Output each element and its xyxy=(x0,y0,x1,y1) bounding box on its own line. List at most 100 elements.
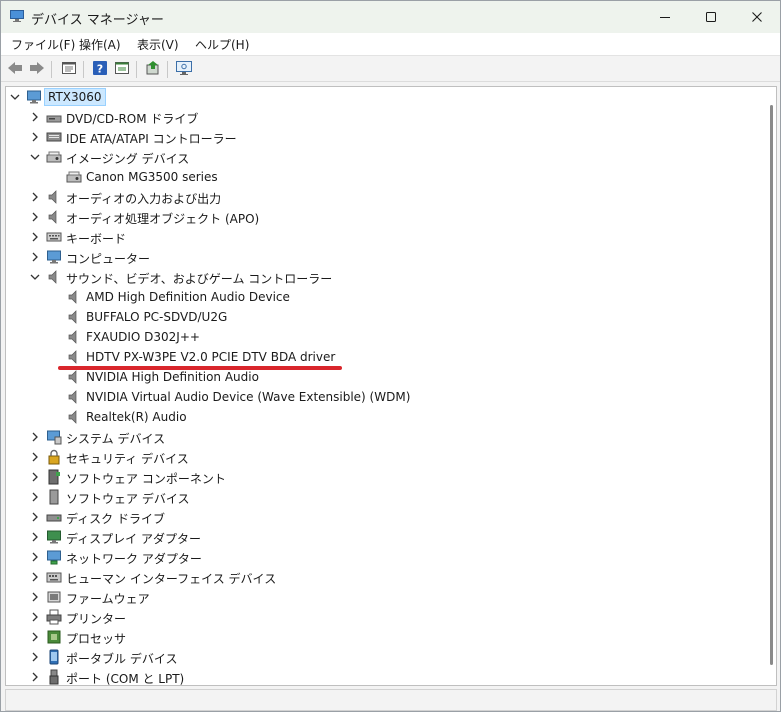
chevron-right-icon[interactable] xyxy=(29,191,41,203)
chevron-right-icon[interactable] xyxy=(29,451,41,463)
tree-item[interactable]: イメージング デバイス xyxy=(6,147,766,167)
menu-action[interactable]: 操作(A) xyxy=(79,36,121,53)
tree-item[interactable]: サウンド、ビデオ、およびゲーム コントローラー xyxy=(6,267,766,287)
highlight-underline xyxy=(58,366,342,370)
chevron-right-icon[interactable] xyxy=(29,611,41,623)
tree-item-label: NVIDIA High Definition Audio xyxy=(86,370,259,384)
chevron-right-icon[interactable] xyxy=(29,491,41,503)
chevron-right-icon[interactable] xyxy=(29,631,41,643)
tree-item[interactable]: ネットワーク アダプター xyxy=(6,547,766,567)
tree-item[interactable]: セキュリティ デバイス xyxy=(6,447,766,467)
view-icon xyxy=(114,60,130,79)
chevron-right-icon[interactable] xyxy=(29,531,41,543)
forward-button[interactable] xyxy=(27,59,47,79)
back-button[interactable] xyxy=(5,59,25,79)
tree-item[interactable]: ファームウェア xyxy=(6,587,766,607)
close-button[interactable] xyxy=(734,1,780,33)
network-adapter-icon xyxy=(46,549,62,565)
properties-button[interactable] xyxy=(59,59,79,79)
tree-item[interactable]: システム デバイス xyxy=(6,427,766,447)
tree-item[interactable]: ソフトウェア コンポーネント xyxy=(6,467,766,487)
tree-item[interactable]: ポータブル デバイス xyxy=(6,647,766,667)
tree-item[interactable]: オーディオ処理オブジェクト (APO) xyxy=(6,207,766,227)
vertical-scrollbar[interactable] xyxy=(768,105,776,665)
hid-icon xyxy=(46,569,62,585)
chevron-right-icon[interactable] xyxy=(29,251,41,263)
speaker-icon xyxy=(46,189,62,205)
tree-item-label: キーボード xyxy=(66,232,127,246)
tree-item-label: オーディオ処理オブジェクト (APO) xyxy=(66,212,260,226)
status-bar xyxy=(5,689,777,711)
chevron-right-icon[interactable] xyxy=(29,571,41,583)
chevron-right-icon[interactable] xyxy=(29,231,41,243)
scan-hardware-button[interactable] xyxy=(174,59,194,79)
speaker-icon xyxy=(46,269,62,285)
tree-item-label: プリンター xyxy=(66,612,127,626)
software-component-icon xyxy=(46,469,62,485)
tree-item[interactable]: NVIDIA Virtual Audio Device (Wave Extens… xyxy=(6,387,766,407)
tree-item[interactable]: ソフトウェア デバイス xyxy=(6,487,766,507)
chevron-down-icon[interactable] xyxy=(29,271,41,283)
computer-icon xyxy=(26,89,42,105)
speaker-icon xyxy=(66,309,82,325)
tree-item[interactable]: ヒューマン インターフェイス デバイス xyxy=(6,567,766,587)
chevron-right-icon[interactable] xyxy=(29,211,41,223)
speaker-icon xyxy=(66,329,82,345)
properties-icon xyxy=(61,60,77,79)
disk-drive-icon xyxy=(46,509,62,525)
view-button[interactable] xyxy=(112,59,132,79)
tree-item-label: システム デバイス xyxy=(66,432,166,446)
chevron-down-icon[interactable] xyxy=(9,91,21,103)
tree-item[interactable]: DVD/CD-ROM ドライブ xyxy=(6,107,766,127)
tree-item[interactable]: ポート (COM と LPT) xyxy=(6,667,766,686)
tree-item[interactable]: NVIDIA High Definition Audio xyxy=(6,367,766,387)
minimize-button[interactable] xyxy=(642,1,688,33)
tree-item[interactable]: コンピューター xyxy=(6,247,766,267)
speaker-icon xyxy=(46,209,62,225)
tree-item-label: ファームウェア xyxy=(66,592,150,606)
menu-help[interactable]: ヘルプ(H) xyxy=(195,36,249,53)
tree-item[interactable]: キーボード xyxy=(6,227,766,247)
tree-root[interactable]: RTX3060 xyxy=(6,87,766,107)
tree-item[interactable]: Realtek(R) Audio xyxy=(6,407,766,427)
tree-item-label: NVIDIA Virtual Audio Device (Wave Extens… xyxy=(86,390,411,404)
tree-item[interactable]: Canon MG3500 series xyxy=(6,167,766,187)
tree-item[interactable]: オーディオの入力および出力 xyxy=(6,187,766,207)
device-tree[interactable]: RTX3060 DVD/CD-ROM ドライブ IDE ATA/ATAPI コン… xyxy=(5,86,777,686)
tree-item-label: コンピューター xyxy=(66,252,151,266)
chevron-right-icon[interactable] xyxy=(29,651,41,663)
tree-item-label: ソフトウェア デバイス xyxy=(66,492,190,506)
tree-item-label: ディスク ドライブ xyxy=(66,512,165,526)
tree-item[interactable]: HDTV PX-W3PE V2.0 PCIE DTV BDA driver xyxy=(6,347,766,367)
chevron-right-icon[interactable] xyxy=(29,431,41,443)
speaker-icon xyxy=(66,409,82,425)
tree-item[interactable]: プリンター xyxy=(6,607,766,627)
menu-view[interactable]: 表示(V) xyxy=(137,36,179,53)
tree-item-label: FXAUDIO D302J++ xyxy=(86,330,200,344)
printer-icon xyxy=(46,609,62,625)
menu-file[interactable]: ファイル(F) xyxy=(11,36,75,53)
tree-item-label: ポート (COM と LPT) xyxy=(66,672,185,686)
imaging-device-icon xyxy=(46,149,62,165)
tree-item[interactable]: IDE ATA/ATAPI コントローラー xyxy=(6,127,766,147)
tree-item[interactable]: ディスク ドライブ xyxy=(6,507,766,527)
chevron-right-icon[interactable] xyxy=(29,671,41,683)
update-driver-button[interactable] xyxy=(143,59,163,79)
help-button[interactable]: ? xyxy=(90,59,110,79)
chevron-down-icon[interactable] xyxy=(29,151,41,163)
chevron-right-icon[interactable] xyxy=(29,471,41,483)
chevron-right-icon[interactable] xyxy=(29,511,41,523)
maximize-button[interactable] xyxy=(688,1,734,33)
chevron-right-icon[interactable] xyxy=(29,131,41,143)
chevron-right-icon[interactable] xyxy=(29,591,41,603)
tree-item-label: Canon MG3500 series xyxy=(86,170,218,184)
chevron-right-icon[interactable] xyxy=(29,551,41,563)
tree-item[interactable]: AMD High Definition Audio Device xyxy=(6,287,766,307)
help-icon: ? xyxy=(92,60,108,79)
chevron-right-icon[interactable] xyxy=(29,111,41,123)
tree-item[interactable]: FXAUDIO D302J++ xyxy=(6,327,766,347)
tree-item[interactable]: ディスプレイ アダプター xyxy=(6,527,766,547)
tree-item[interactable]: BUFFALO PC-SDVD/U2G xyxy=(6,307,766,327)
tree-item[interactable]: プロセッサ xyxy=(6,627,766,647)
scrollbar-thumb[interactable] xyxy=(770,105,773,665)
